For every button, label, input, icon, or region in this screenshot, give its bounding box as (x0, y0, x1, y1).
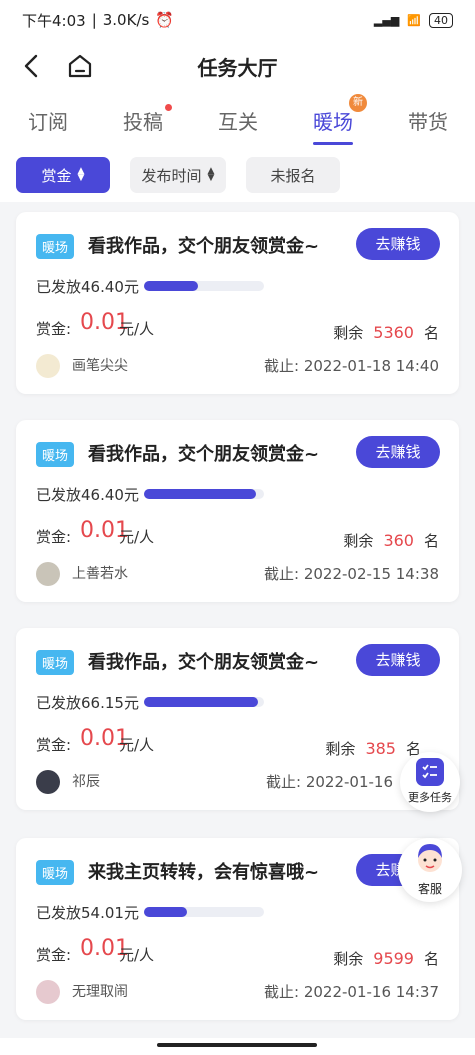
sort-icon: ▲ ▼ (77, 166, 85, 183)
task-card[interactable]: 暖场 看我作品，交个朋友领赏金~ 去赚钱 已发放66.15元 赏金: 0.01 … (16, 628, 459, 810)
reward-label: 赏金: (36, 736, 72, 754)
reward-unit: 元/人 (119, 320, 155, 338)
issued-amount: 已发放46.40元 (36, 278, 139, 296)
status-time: 下午4:03 (22, 11, 86, 30)
reward-label: 赏金: (36, 320, 72, 338)
remaining-count: 剩余 5360 名 (333, 323, 439, 342)
issued-progress-bar (144, 281, 264, 291)
publisher-name: 上善若水 (72, 566, 128, 582)
earn-button[interactable]: 去赚钱 (356, 436, 440, 468)
tab-subscribe[interactable]: 订阅 (28, 106, 68, 135)
filter-bar: 赏金 ▲ ▼ 发布时间 ▲ ▼ 未报名 (0, 150, 475, 202)
issued-amount: 已发放54.01元 (36, 904, 139, 922)
customer-service-label: 客服 (417, 882, 442, 896)
avatar (36, 562, 60, 586)
publisher-name: 祁辰 (72, 774, 100, 790)
task-title: 看我作品，交个朋友领赏金~ (88, 444, 320, 465)
filter-publish-time[interactable]: 发布时间 ▲ ▼ (130, 157, 226, 193)
publisher-name: 画笔尖尖 (72, 358, 128, 374)
gesture-bar (0, 1038, 475, 1055)
deadline: 截止: 2022-01-16 14:37 (264, 983, 439, 1001)
deadline: 截止: 2022-02-15 14:38 (264, 565, 439, 583)
home-icon[interactable] (66, 52, 94, 80)
tab-active-indicator (313, 142, 353, 145)
tab-warmup[interactable]: 暖场新 (313, 94, 367, 145)
reward-unit: 元/人 (119, 528, 155, 546)
task-tag: 暖场 (36, 650, 75, 675)
reward-unit: 元/人 (119, 946, 155, 964)
signal-icon: ▂▄▆ (373, 13, 400, 27)
customer-service-button[interactable]: 客服 (398, 838, 462, 902)
deadline: 截止: 2022-01-16 (266, 773, 393, 791)
tab-sell-goods[interactable]: 带货 (408, 106, 448, 135)
task-tag: 暖场 (36, 234, 75, 259)
battery-icon: 40 (429, 12, 453, 28)
task-title: 看我作品，交个朋友领赏金~ (88, 236, 320, 257)
issued-progress-bar (144, 907, 264, 917)
task-card[interactable]: 暖场 看我作品，交个朋友领赏金~ 去赚钱 已发放46.40元 赏金: 0.01 … (16, 420, 459, 602)
task-list-icon (416, 758, 444, 786)
earn-button[interactable]: 去赚钱 (356, 228, 440, 260)
avatar (36, 980, 60, 1004)
category-tabs: 订阅 投稿 互关 暖场新 带货 (0, 92, 475, 150)
home-indicator[interactable] (157, 1043, 317, 1047)
service-avatar-icon (418, 844, 442, 872)
reward-label: 赏金: (36, 528, 72, 546)
more-tasks-label: 更多任务 (408, 791, 452, 804)
filter-reward[interactable]: 赏金 ▲ ▼ (16, 157, 110, 193)
reward-unit: 元/人 (119, 736, 155, 754)
wifi-icon: 📶 (407, 13, 421, 27)
task-tag: 暖场 (36, 442, 75, 467)
task-tag: 暖场 (36, 860, 75, 885)
remaining-count: 剩余 9599 名 (333, 949, 439, 968)
task-card[interactable]: 暖场 来我主页转转，会有惊喜哦~ 去赚钱 已发放54.01元 赏金: 0.01 … (16, 838, 459, 1020)
more-tasks-button[interactable]: 更多任务 (400, 752, 460, 812)
avatar (36, 354, 60, 378)
notification-dot (165, 104, 172, 111)
status-bar: 下午4:03 | 3.0K/s ⏰ ▂▄▆ 📶 40 (0, 0, 475, 40)
alarm-icon: ⏰ (155, 11, 174, 29)
earn-button[interactable]: 去赚钱 (356, 644, 440, 676)
filter-not-registered[interactable]: 未报名 (246, 157, 340, 193)
issued-amount: 已发放46.40元 (36, 486, 139, 504)
reward-label: 赏金: (36, 946, 72, 964)
back-arrow-icon[interactable] (18, 52, 46, 80)
task-title: 来我主页转转，会有惊喜哦~ (88, 862, 320, 883)
nav-header: 任务大厅 (0, 40, 475, 92)
issued-progress-bar (144, 489, 264, 499)
task-card[interactable]: 暖场 看我作品，交个朋友领赏金~ 去赚钱 已发放46.40元 赏金: 0.01 … (16, 212, 459, 394)
new-badge: 新 (349, 94, 367, 112)
task-title: 看我作品，交个朋友领赏金~ (88, 652, 320, 673)
remaining-count: 剩余 360 名 (343, 531, 439, 550)
remaining-count: 剩余 385 名 (325, 739, 421, 758)
avatar (36, 770, 60, 794)
deadline: 截止: 2022-01-18 14:40 (264, 357, 439, 375)
tab-mutual-follow[interactable]: 互关 (218, 106, 258, 135)
tab-submit[interactable]: 投稿 (123, 104, 172, 135)
sort-icon: ▲ ▼ (207, 166, 215, 183)
status-network-speed: 3.0K/s (102, 11, 150, 29)
issued-progress-bar (144, 697, 264, 707)
issued-amount: 已发放66.15元 (36, 694, 139, 712)
publisher-name: 无理取闹 (72, 984, 128, 1000)
